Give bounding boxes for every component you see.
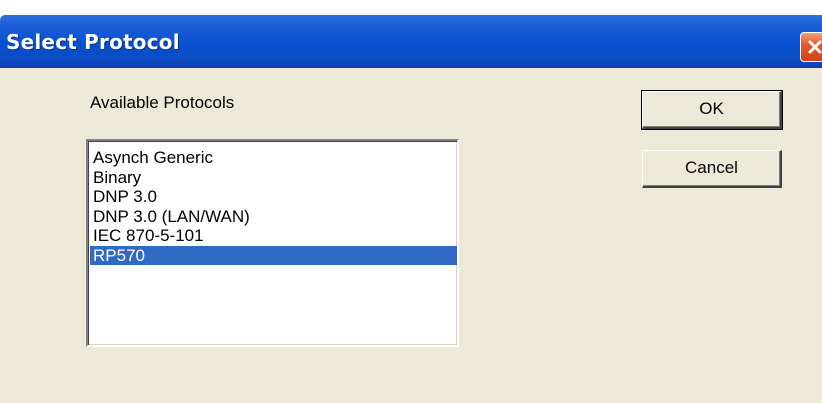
list-item[interactable]: Asynch Generic — [90, 148, 457, 168]
protocols-list: Asynch Generic Binary DNP 3.0 DNP 3.0 (L… — [90, 148, 457, 265]
title-bar[interactable]: Select Protocol — [0, 15, 822, 68]
list-item-selected[interactable]: RP570 — [90, 245, 457, 265]
list-item[interactable]: Binary — [90, 168, 457, 188]
available-protocols-label: Available Protocols — [90, 93, 235, 112]
cancel-button[interactable]: Cancel — [642, 150, 782, 188]
protocols-listbox[interactable]: Asynch Generic Binary DNP 3.0 DNP 3.0 (L… — [86, 139, 459, 347]
list-item[interactable]: DNP 3.0 — [90, 187, 457, 207]
ok-button[interactable]: OK — [641, 90, 783, 130]
list-item[interactable]: DNP 3.0 (LAN/WAN) — [90, 207, 457, 227]
close-icon — [808, 40, 822, 54]
window-title: Select Protocol — [6, 30, 180, 54]
list-item[interactable]: IEC 870-5-101 — [90, 226, 457, 246]
close-button[interactable] — [800, 32, 822, 62]
dialog-body: Available Protocols Asynch Generic Binar… — [0, 68, 822, 403]
select-protocol-dialog: Select Protocol Available Protocols Asyn… — [0, 0, 822, 403]
